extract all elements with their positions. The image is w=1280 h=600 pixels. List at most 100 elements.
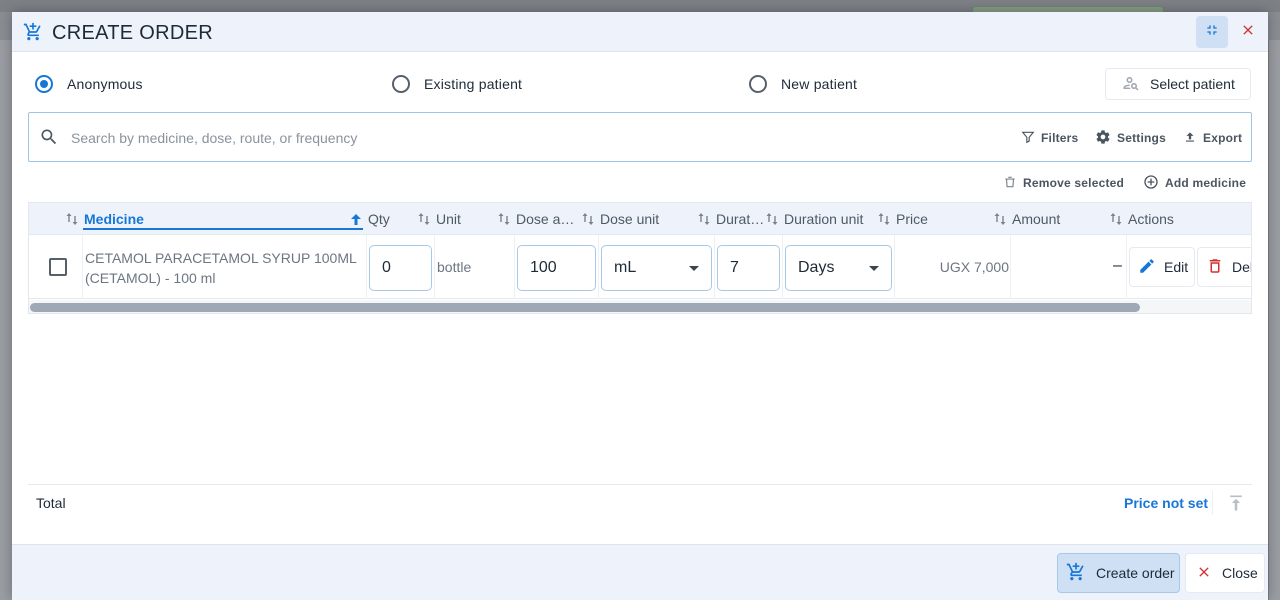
sort-icon[interactable] [1109, 211, 1123, 227]
add-medicine-label: Add medicine [1165, 176, 1247, 190]
active-sort-underline [83, 228, 363, 230]
search-icon [39, 127, 59, 147]
background-left-panel [0, 40, 12, 600]
dialog-title: CREATE ORDER [52, 22, 214, 44]
radio-new-patient[interactable]: New patient [749, 75, 857, 93]
sort-icon[interactable] [697, 211, 711, 227]
cell-divider [894, 235, 895, 299]
scrollbar-thumb[interactable] [30, 303, 1140, 312]
edit-label: Edit [1164, 259, 1189, 275]
delete-row-button[interactable]: Del [1197, 247, 1252, 287]
qty-value: 0 [382, 259, 391, 276]
cell-divider [514, 235, 515, 299]
cell-divider [782, 235, 783, 299]
search-input[interactable] [71, 125, 971, 151]
radio-circle[interactable] [35, 75, 53, 93]
filter-icon [1021, 130, 1041, 147]
dose-amount-input[interactable]: 100 [517, 245, 596, 291]
radio-existing-patient[interactable]: Existing patient [392, 75, 522, 93]
column-header-dose-unit[interactable]: Dose unit [600, 203, 659, 235]
filters-label: Filters [1041, 131, 1079, 145]
duration-unit-value: Days [798, 259, 835, 276]
dialog-footer: Create order Close [12, 544, 1268, 600]
duration-unit-select[interactable]: Days [785, 245, 892, 291]
table-header: Medicine Qty Unit Dose a… Dose unit Dura… [29, 203, 1251, 235]
filters-button[interactable]: Filters [1021, 128, 1078, 148]
column-header-unit[interactable]: Unit [436, 203, 461, 235]
caret-down-icon [869, 266, 879, 271]
price-value: UGX 7,000 [939, 259, 1009, 275]
trash-icon [1003, 175, 1023, 192]
dose-unit-select[interactable]: mL [601, 245, 712, 291]
close-dialog-button[interactable] [1232, 16, 1264, 48]
amount-value: – [1113, 257, 1122, 274]
export-button[interactable]: Export [1183, 128, 1242, 148]
background-right-panel [1268, 40, 1280, 600]
sort-icon[interactable] [417, 211, 431, 227]
cell-divider [1126, 235, 1127, 299]
qty-input[interactable]: 0 [369, 245, 432, 291]
radio-circle[interactable] [392, 75, 410, 93]
cell-divider [82, 235, 83, 299]
export-label: Export [1203, 131, 1243, 145]
search-bar: Filters Settings Export [28, 112, 1252, 162]
duration-input[interactable]: 7 [717, 245, 780, 291]
settings-button[interactable]: Settings [1095, 128, 1166, 148]
close-icon [1240, 22, 1256, 43]
cell-divider [714, 235, 715, 299]
add-medicine-button[interactable]: Add medicine [1143, 173, 1246, 193]
dialog-header: CREATE ORDER [12, 12, 1268, 52]
column-header-duration[interactable]: Durat… [716, 203, 764, 235]
radio-label: Anonymous [67, 76, 143, 92]
column-header-price[interactable]: Price [896, 203, 928, 235]
radio-anonymous[interactable]: Anonymous [35, 75, 143, 93]
horizontal-scrollbar[interactable] [29, 300, 1251, 313]
add-circle-icon [1143, 174, 1165, 193]
radio-label: Existing patient [424, 76, 523, 92]
sort-icon[interactable] [877, 211, 891, 227]
column-header-amount[interactable]: Amount [1012, 203, 1060, 235]
close-button[interactable]: Close [1185, 553, 1265, 593]
dose-unit-value: mL [614, 259, 637, 276]
row-checkbox[interactable] [49, 258, 67, 276]
cell-divider [434, 235, 435, 299]
radio-circle[interactable] [749, 75, 767, 93]
total-value: Price not set [1124, 495, 1209, 511]
duration-value: 7 [730, 259, 739, 276]
column-header-medicine[interactable]: Medicine [84, 203, 144, 235]
sort-icon[interactable] [581, 211, 595, 227]
settings-label: Settings [1117, 131, 1166, 145]
sort-ascending-icon[interactable] [349, 211, 363, 227]
cell-divider [598, 235, 599, 299]
column-header-dose-amount[interactable]: Dose a… [516, 203, 574, 235]
caret-down-icon [689, 266, 699, 271]
cell-divider [1010, 235, 1011, 299]
close-icon [1196, 564, 1222, 583]
sort-icon[interactable] [65, 211, 79, 227]
column-header-actions: Actions [1128, 211, 1174, 227]
edit-row-button[interactable]: Edit [1129, 247, 1195, 287]
sort-icon[interactable] [765, 211, 779, 227]
total-label: Total [36, 495, 66, 511]
select-patient-label: Select patient [1150, 76, 1235, 92]
upload-icon [1183, 130, 1203, 147]
select-patient-button[interactable]: Select patient [1105, 68, 1251, 100]
cart-plus-icon [1066, 562, 1096, 585]
remove-selected-label: Remove selected [1023, 176, 1125, 190]
cart-plus-icon [23, 22, 43, 42]
medicine-name: CETAMOL PARACETAMOL SYRUP 100ML (CETAMOL… [85, 250, 357, 286]
fullscreen-exit-icon [1204, 22, 1220, 43]
column-header-duration-unit[interactable]: Duration unit [784, 203, 863, 235]
sort-icon[interactable] [993, 211, 1007, 227]
delete-label: Del [1232, 259, 1252, 275]
scroll-to-top-icon[interactable] [1226, 493, 1246, 513]
column-header-qty[interactable]: Qty [368, 203, 390, 235]
create-order-label: Create order [1096, 565, 1175, 581]
minimize-button[interactable] [1196, 16, 1228, 48]
create-order-button[interactable]: Create order [1057, 553, 1180, 593]
remove-selected-button[interactable]: Remove selected [1003, 173, 1124, 193]
gear-icon [1095, 129, 1117, 148]
table-row: CETAMOL PARACETAMOL SYRUP 100ML (CETAMOL… [29, 235, 1252, 299]
total-row: Total Price not set [28, 484, 1252, 520]
sort-icon[interactable] [497, 211, 511, 227]
